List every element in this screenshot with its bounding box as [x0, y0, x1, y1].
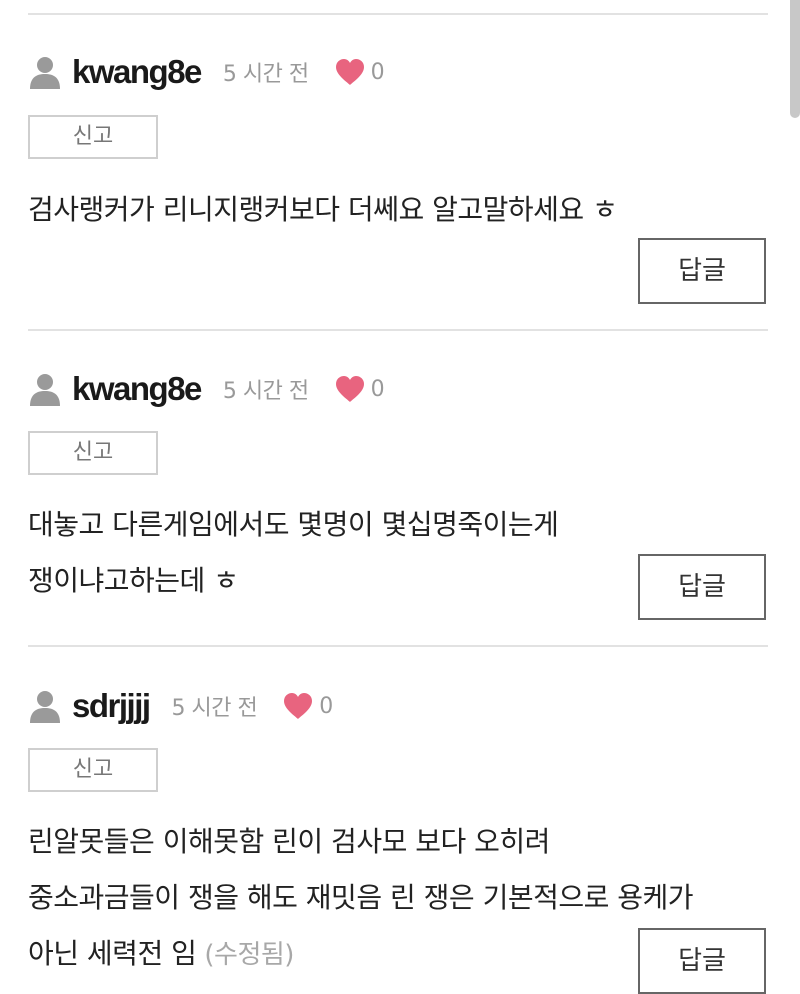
comment-meta: kwang8e 5 시간 전 0 [28, 369, 385, 409]
reply-button[interactable]: 답글 [638, 554, 766, 620]
report-button[interactable]: 신고 [28, 115, 158, 159]
comment-meta: sdrjjjj 5 시간 전 0 [28, 686, 333, 726]
like-count: 0 [370, 376, 385, 402]
username[interactable]: sdrjjjj [72, 686, 151, 726]
comment-line: 검사랭커가 리니지랭커보다 더쎄요 알고말하세요 ㅎ [28, 193, 618, 226]
user-avatar-icon [28, 372, 62, 406]
comment-line: 중소과금들이 쟁을 해도 재밋음 린 쟁은 기본적으로 용케가 [28, 881, 694, 914]
edited-label: (수정됨) [204, 940, 294, 970]
comment-text: 검사랭커가 리니지랭커보다 더쎄요 알고말하세요 ㅎ [28, 182, 618, 238]
report-button[interactable]: 신고 [28, 748, 158, 792]
like-button[interactable]: 0 [283, 692, 333, 720]
comment-text: 린알못들은 이해못함 린이 검사모 보다 오히려 중소과금들이 쟁을 해도 재밋… [28, 814, 694, 983]
comment-meta: kwang8e 5 시간 전 0 [28, 52, 385, 92]
report-button[interactable]: 신고 [28, 431, 158, 475]
timestamp: 5 시간 전 [222, 379, 309, 404]
scrollbar[interactable] [790, 0, 800, 118]
timestamp: 5 시간 전 [222, 62, 309, 87]
timestamp: 5 시간 전 [171, 696, 258, 721]
user-avatar-icon [28, 689, 62, 723]
username[interactable]: kwang8e [72, 369, 202, 409]
comment-text: 대놓고 다른게임에서도 몇명이 몇십명죽이는게 쟁이냐고하는데 ㅎ [28, 497, 559, 609]
like-button[interactable]: 0 [335, 375, 385, 403]
reply-button[interactable]: 답글 [638, 928, 766, 994]
divider [28, 645, 768, 647]
like-button[interactable]: 0 [335, 58, 385, 86]
comment-line-text: 아닌 세력전 임 [28, 937, 197, 970]
like-count: 0 [319, 693, 334, 719]
comment-line: 린알못들은 이해못함 린이 검사모 보다 오히려 [28, 825, 550, 858]
divider [28, 13, 768, 15]
heart-icon [335, 376, 364, 402]
heart-icon [284, 693, 313, 719]
divider [28, 329, 768, 331]
reply-button[interactable]: 답글 [638, 238, 766, 304]
username[interactable]: kwang8e [72, 52, 202, 92]
comment-line: 아닌 세력전 임 (수정됨) [28, 926, 693, 983]
heart-icon [335, 59, 364, 85]
comment-line: 대놓고 다른게임에서도 몇명이 몇십명죽이는게 [28, 508, 559, 541]
comment-line: 쟁이냐고하는데 ㅎ [28, 564, 239, 597]
like-count: 0 [370, 59, 385, 85]
user-avatar-icon [28, 55, 62, 89]
